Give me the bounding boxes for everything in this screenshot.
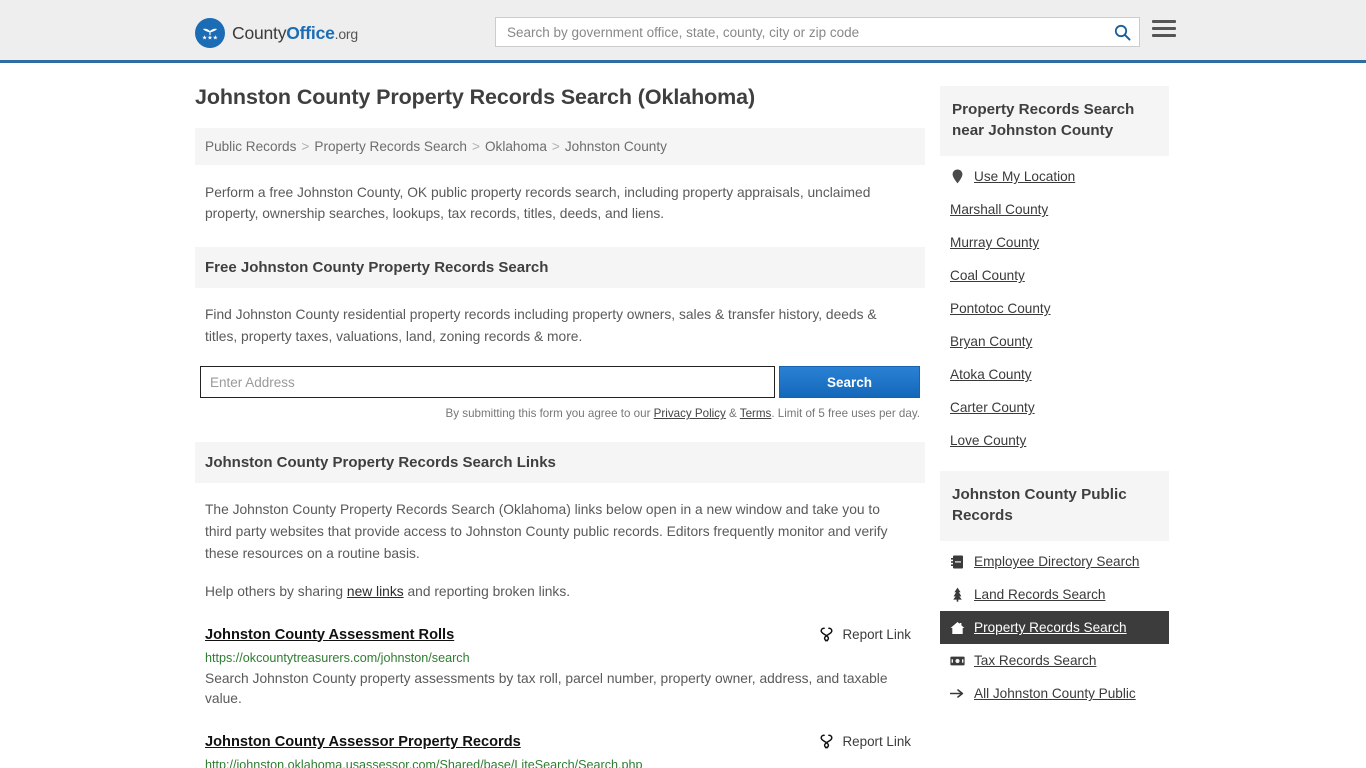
sidebar-item-atoka-county[interactable]: Atoka County [940,358,1169,391]
report-link-label: Report Link [842,734,911,750]
sidebar-public-records-heading: Johnston County Public Records [940,471,1169,542]
map-pin-icon [950,169,965,184]
breadcrumb-item-johnston-county[interactable]: Johnston County [565,139,667,154]
logo-text-office: Office [286,22,335,43]
sidebar-item-coal-county[interactable]: Coal County [940,259,1169,292]
sidebar-item-property-records-search[interactable]: Property Records Search [940,611,1169,645]
hamburger-menu-icon[interactable] [1152,20,1176,37]
address-book-icon [950,555,965,569]
sidebar-item-love-county[interactable]: Love County [940,424,1169,457]
sidebar-item-label: Love County [950,433,1027,449]
form-disclaimer-prefix: By submitting this form you agree to our [445,407,654,421]
global-search[interactable] [495,17,1140,47]
search-icon[interactable] [1105,18,1139,46]
money-bill-icon [950,656,965,666]
address-input[interactable] [200,366,775,399]
sidebar-item-label: Bryan County [950,334,1033,350]
breadcrumb-item-public-records[interactable]: Public Records [205,139,296,154]
logo-text-county: County [232,22,287,43]
sidebar-item-bryan-county[interactable]: Bryan County [940,325,1169,358]
sidebar-item-label: Use My Location [974,169,1076,185]
breadcrumb-separator-1: > [301,139,310,154]
sidebar-item-all-johnston-county-public[interactable]: All Johnston County Public [940,677,1169,710]
sidebar-public-records-list: Employee Directory Search Land Records S… [940,545,1169,710]
sidebar-item-use-my-location[interactable]: Use My Location [940,160,1169,193]
links-section-paragraph: The Johnston County Property Records Sea… [205,502,888,561]
main-content: Johnston County Property Records Search … [195,85,925,768]
sidebar-item-label: Pontotoc County [950,301,1051,317]
sidebar-item-employee-directory-search[interactable]: Employee Directory Search [940,545,1169,578]
result-title-link[interactable]: Johnston County Assessor Property Record… [205,734,521,750]
sidebar-item-label: Coal County [950,268,1025,284]
result-header: Johnston County Assessment Rolls Report … [205,625,921,645]
free-search-heading: Free Johnston County Property Records Se… [195,246,925,288]
report-link-button[interactable]: Report Link [818,732,921,752]
logo-text-org: .org [334,25,359,42]
sidebar-near-heading: Property Records Search near Johnston Co… [940,86,1169,157]
breadcrumb-separator-3: > [551,139,560,154]
address-search-form: Search [200,366,920,399]
result-title-link[interactable]: Johnston County Assessment Rolls [205,627,454,643]
form-disclaimer: By submitting this form you agree to our… [200,407,920,420]
sidebar-item-label: Marshall County [950,202,1049,218]
result-url: https://okcountytreasurers.com/johnston/… [205,650,470,665]
address-search-button[interactable]: Search [779,366,920,399]
unlink-broken-chain-icon [818,625,835,645]
hamburger-bar-1 [1152,20,1176,23]
sidebar-item-label: Employee Directory Search [974,554,1140,570]
new-links-link[interactable]: new links [347,584,404,599]
form-disclaimer-amp: & [725,407,740,421]
sidebar-near-list: Use My Location Marshall County Murray C… [940,160,1169,457]
result-url: http://johnston.oklahoma.usassessor.com/… [205,757,643,768]
result-item: Johnston County Assessor Property Record… [205,732,921,768]
site-header: ★★★ CountyOffice.org [0,0,1366,63]
help-prefix: Help others by sharing [205,583,347,599]
free-search-description: Find Johnston County residential propert… [205,306,877,344]
sidebar-item-label: Land Records Search [974,587,1106,603]
home-icon [950,621,965,635]
intro-paragraph: Perform a free Johnston County, OK publi… [205,185,871,222]
sidebar-item-label: Carter County [950,400,1035,416]
privacy-policy-link[interactable]: Privacy Policy [654,407,726,420]
eagle-seal-logo-icon: ★★★ [195,18,225,48]
page-title: Johnston County Property Records Search … [195,85,756,109]
result-description: Search Johnston County property assessme… [205,670,888,707]
breadcrumb-item-oklahoma[interactable]: Oklahoma [485,139,547,154]
terms-link[interactable]: Terms [740,407,772,420]
report-link-label: Report Link [842,627,911,643]
report-link-button[interactable]: Report Link [818,625,921,645]
sidebar-item-label: Murray County [950,235,1040,251]
sidebar-item-tax-records-search[interactable]: Tax Records Search [940,644,1169,677]
sidebar-item-label: Atoka County [950,367,1032,383]
result-item: Johnston County Assessment Rolls Report … [205,625,921,710]
breadcrumb-item-property-records-search[interactable]: Property Records Search [314,139,467,154]
svg-text:★★★: ★★★ [202,35,218,42]
arrow-right-icon [950,688,965,699]
sidebar-item-label: All Johnston County Public [974,686,1136,702]
sidebar-item-marshall-county[interactable]: Marshall County [940,193,1169,226]
links-section-help: Help others by sharing new links and rep… [205,581,905,603]
breadcrumb-separator-2: > [472,139,480,154]
unlink-broken-chain-icon [818,732,835,752]
site-logo[interactable]: ★★★ CountyOffice.org [195,18,358,48]
tree-icon [950,587,965,602]
sidebar-item-pontotoc-county[interactable]: Pontotoc County [940,292,1169,325]
sidebar-item-murray-county[interactable]: Murray County [940,226,1169,259]
site-logo-text: CountyOffice.org [232,23,358,44]
sidebar: Property Records Search near Johnston Co… [940,86,1169,710]
global-search-input[interactable] [496,24,1105,40]
form-disclaimer-suffix: . Limit of 5 free uses per day. [771,407,920,421]
hamburger-bar-3 [1152,34,1176,37]
sidebar-item-carter-county[interactable]: Carter County [940,391,1169,424]
breadcrumb: Public Records > Property Records Search > O… [195,128,925,165]
sidebar-item-label: Tax Records Search [974,653,1097,669]
hamburger-bar-2 [1152,27,1176,30]
result-header: Johnston County Assessor Property Record… [205,732,921,752]
links-section-heading: Johnston County Property Records Search … [195,442,925,484]
sidebar-item-land-records-search[interactable]: Land Records Search [940,578,1169,611]
help-suffix: and reporting broken links. [403,583,571,599]
sidebar-item-label: Property Records Search [974,620,1127,636]
